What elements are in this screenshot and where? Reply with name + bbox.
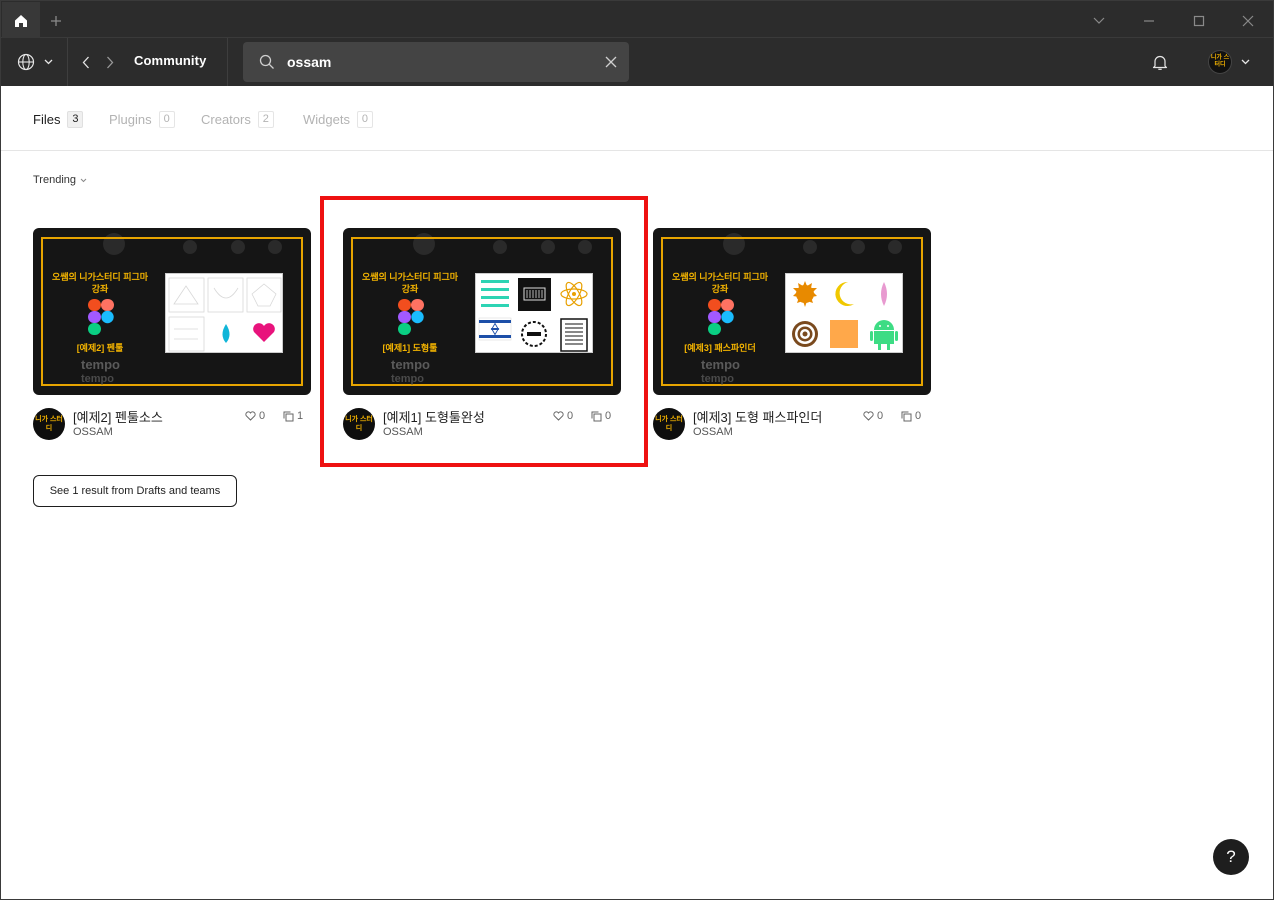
breadcrumb-community[interactable]: Community [134, 53, 206, 68]
like-count-value: 0 [877, 410, 884, 422]
duplicate-count[interactable]: 0 [901, 410, 921, 422]
tab-creators[interactable]: Creators 2 [201, 111, 274, 128]
user-avatar[interactable]: 니가 스터디 [1208, 50, 1232, 74]
home-tab[interactable] [2, 2, 40, 39]
tab-label: Creators [201, 112, 251, 127]
file-author[interactable]: OSSAM [693, 426, 733, 438]
preview-panel [785, 273, 903, 353]
maximize-icon [1193, 15, 1205, 27]
close-icon [1242, 15, 1254, 27]
duplicate-count-value: 1 [297, 410, 304, 422]
minimize-icon [1144, 20, 1154, 22]
back-button[interactable] [77, 52, 95, 72]
pathfinder-preview-icon [792, 281, 898, 350]
thumb-subtitle: [예제3] 패스파인더 [684, 343, 756, 353]
tab-count: 2 [257, 111, 274, 128]
heart-icon [245, 411, 256, 421]
duplicate-icon [901, 411, 912, 421]
home-icon [15, 14, 27, 27]
tab-label: Plugins [109, 112, 152, 127]
chevron-down-icon [80, 178, 87, 182]
duplicate-count[interactable]: 1 [283, 410, 303, 422]
thumb-tempo-text: tempo [81, 357, 120, 372]
tab-count: 3 [67, 111, 84, 128]
maximize-button[interactable] [1188, 10, 1210, 32]
tab-plugins[interactable]: Plugins 0 [109, 111, 175, 128]
drafts-results-button[interactable]: See 1 result from Drafts and teams [33, 475, 237, 507]
file-thumbnail[interactable]: 오쌤의 니가스터디 피그마 강좌 [예제2] 펜툴 tempo tempo [33, 228, 311, 395]
search-query[interactable]: ossam [287, 54, 331, 70]
chevron-left-icon [82, 56, 89, 68]
tab-count: 0 [356, 111, 373, 128]
file-author[interactable]: OSSAM [73, 426, 113, 438]
chevron-right-icon [107, 56, 114, 68]
tab-files[interactable]: Files 3 [33, 111, 84, 128]
language-menu[interactable] [15, 51, 55, 73]
globe-icon [17, 53, 35, 71]
file-title[interactable]: [예제2] 펜툴소스 [73, 407, 163, 426]
chevron-down-icon [1093, 17, 1105, 24]
close-window-button[interactable] [1237, 10, 1259, 32]
pen-tool-preview-icon [168, 277, 282, 352]
chevron-down-icon [1241, 59, 1249, 65]
tab-list-button[interactable] [1088, 10, 1110, 32]
heart-icon [863, 411, 874, 421]
file-thumbnail[interactable]: 오쌤의 니가스터디 피그마 강좌 [예제3] 패스파인더 tempo tempo [653, 228, 931, 395]
tab-count: 0 [158, 111, 175, 128]
minimize-button[interactable] [1138, 10, 1160, 32]
forward-button[interactable] [101, 52, 119, 72]
tab-widgets[interactable]: Widgets 0 [303, 111, 373, 128]
selection-highlight [320, 196, 648, 467]
thumb-tempo-text: tempo [701, 373, 734, 385]
chevron-down-icon [44, 59, 53, 65]
file-card-meta: 니가 스터디 [예제3] 도형 패스파인더 OSSAM 0 0 [653, 406, 931, 440]
community-toolbar: Community ossam 니가 스터디 [0, 38, 1274, 86]
window-titlebar [0, 0, 1274, 39]
search-input[interactable]: ossam [243, 42, 629, 82]
thumb-title: 오쌤의 니가스터디 피그마 강좌 [671, 272, 769, 294]
like-count-value: 0 [259, 410, 266, 422]
window-frame [0, 86, 1, 900]
tab-label: Files [33, 112, 61, 127]
file-card-meta: 니가 스터디 [예제2] 펜툴소스 OSSAM 0 1 [33, 406, 311, 440]
thumb-tempo-text: tempo [81, 373, 114, 385]
help-button[interactable]: ? [1213, 839, 1249, 875]
sort-dropdown[interactable]: Trending [33, 174, 87, 186]
search-icon [259, 54, 274, 69]
toolbar-divider [227, 38, 228, 86]
new-tab-button[interactable] [45, 10, 67, 32]
like-count[interactable]: 0 [863, 410, 883, 422]
clear-search-icon[interactable] [605, 56, 617, 68]
result-tabs: Files 3 Plugins 0 Creators 2 Widgets 0 [1, 86, 1273, 151]
creator-avatar[interactable]: 니가 스터디 [33, 408, 65, 440]
creator-avatar[interactable]: 니가 스터디 [653, 408, 685, 440]
thumb-title: 오쌤의 니가스터디 피그마 강좌 [51, 272, 149, 294]
figma-logo-icon [708, 299, 734, 335]
thumb-tempo-text: tempo [701, 357, 740, 372]
thumb-subtitle: [예제2] 펜툴 [76, 343, 124, 353]
sort-label: Trending [33, 174, 77, 186]
account-menu-button[interactable] [1239, 57, 1251, 67]
duplicate-count-value: 0 [915, 410, 922, 422]
bell-icon [1152, 55, 1168, 70]
figma-logo-icon [88, 299, 114, 335]
file-title[interactable]: [예제3] 도형 패스파인더 [693, 407, 822, 426]
plus-icon [51, 16, 61, 26]
toolbar-divider [67, 38, 68, 86]
notifications-button[interactable] [1150, 52, 1170, 72]
preview-panel [165, 273, 283, 353]
like-count[interactable]: 0 [245, 410, 265, 422]
duplicate-icon [283, 411, 294, 421]
tab-label: Widgets [303, 112, 350, 127]
